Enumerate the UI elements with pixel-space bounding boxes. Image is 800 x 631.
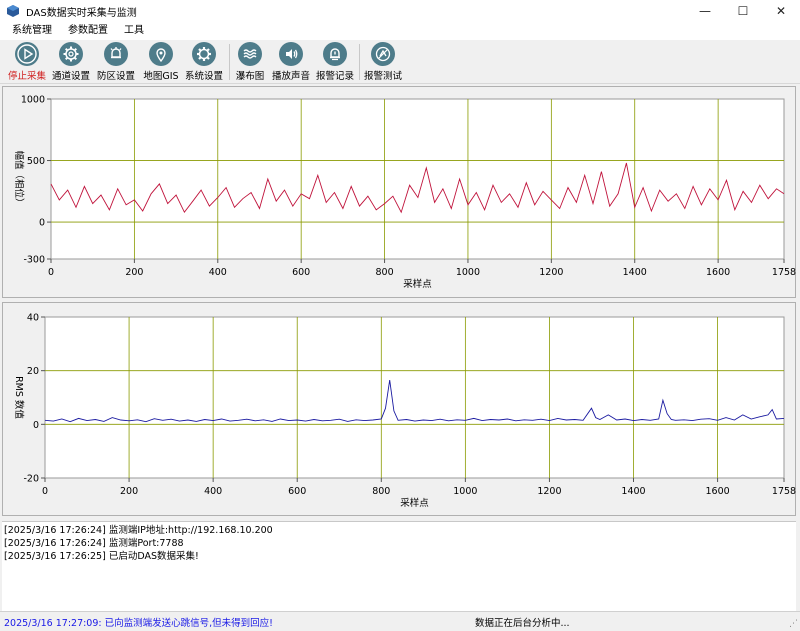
x-tick-label: 1400 [623, 267, 647, 278]
x-tick-label: 1200 [537, 486, 561, 497]
x-tick-label: 1400 [621, 486, 645, 497]
phase-chart-panel: 0 200 400 600 800 1000 1200 1400 1600 1758 -300 0 50… [2, 86, 796, 298]
y-axis-label: RMS 数值 [13, 376, 25, 419]
y-tick-label: 500 [27, 156, 45, 167]
y-tick-label: -20 [23, 474, 39, 485]
toolbar-label: 地图GIS [143, 71, 179, 82]
x-tick-label: 1000 [456, 267, 480, 278]
log-line: [2025/3/16 17:26:24] 监测端IP地址:http://192.… [4, 525, 273, 536]
close-button[interactable]: ✕ [762, 0, 800, 22]
toolbar-label: 报警测试 [363, 71, 402, 82]
alarm-record-icon [323, 42, 347, 66]
app-logo-icon [7, 5, 19, 17]
speaker-icon [279, 42, 303, 66]
alarm-bell-icon [104, 42, 128, 66]
settings-icon [192, 42, 216, 66]
x-tick-label: 200 [125, 267, 143, 278]
menu-system[interactable]: 系统管理 [4, 22, 60, 40]
y-tick-label: -300 [23, 255, 45, 266]
x-tick-label: 0 [48, 267, 54, 278]
map-gis-button[interactable]: 地图GIS [140, 42, 182, 82]
x-tick-label: 400 [204, 486, 222, 497]
plot-area [50, 98, 785, 260]
x-tick-label: 0 [42, 486, 48, 497]
plot-area [44, 316, 785, 479]
rms-chart-panel: 0 200 400 600 800 1000 1200 1400 1600 1758 -20 0 20 4… [2, 302, 796, 516]
toolbar-separator [229, 44, 230, 80]
alarm-test-button[interactable]: 报警测试 [362, 42, 404, 82]
toolbar: 停止采集 通道设置 防区设置 地图GIS 系统设置 瀑布图 播放声音 报警记录 … [0, 40, 800, 84]
x-tick-label: 200 [120, 486, 138, 497]
play-sound-button[interactable]: 播放声音 [271, 42, 311, 82]
system-settings-button[interactable]: 系统设置 [183, 42, 225, 82]
y-tick-label: 40 [27, 313, 39, 324]
toolbar-label: 播放声音 [271, 71, 310, 82]
waterfall-button[interactable]: 瀑布图 [232, 42, 268, 82]
x-tick-label: 600 [288, 486, 306, 497]
toolbar-label: 停止采集 [7, 71, 46, 82]
phase-amplitude-chart: 0 200 400 600 800 1000 1200 1400 1600 1758-300050… [13, 95, 796, 291]
x-axis-label: 采样点 [400, 497, 429, 509]
y-tick-label: 0 [39, 218, 45, 229]
menu-bar: 系统管理 参数配置 工具 [0, 22, 800, 40]
x-tick-label: 800 [375, 267, 393, 278]
heartbeat-status: 2025/3/16 17:27:09: 已向监测端发送心跳信号,但未得到回应! [4, 617, 273, 629]
x-axis-label: 采样点 [403, 278, 432, 290]
zone-settings-button[interactable]: 防区设置 [95, 42, 137, 82]
toolbar-label: 防区设置 [96, 71, 135, 82]
stop-acquisition-button[interactable]: 停止采集 [6, 42, 48, 82]
toolbar-label: 通道设置 [51, 71, 90, 82]
x-tick-label: 800 [372, 486, 390, 497]
rms-chart: 0 200 400 600 800 1000 1200 1400 1600 1758-200204… [13, 313, 796, 510]
gear-icon [59, 42, 83, 66]
menu-tools[interactable]: 工具 [116, 22, 152, 40]
y-tick-label: 0 [33, 420, 39, 431]
x-tick-label: 1200 [539, 267, 563, 278]
analysis-status: 数据正在后台分析中... [475, 617, 570, 629]
menu-params[interactable]: 参数配置 [60, 22, 116, 40]
window-title: DAS数据实时采集与监测 [26, 7, 137, 19]
play-icon [15, 42, 39, 66]
x-tick-label: 1758 [772, 486, 796, 497]
alarm-records-button[interactable]: 报警记录 [314, 42, 356, 82]
x-tick-label: 1000 [453, 486, 477, 497]
status-bar: 2025/3/16 17:27:09: 已向监测端发送心跳信号,但未得到回应! … [0, 611, 800, 631]
toolbar-label: 系统设置 [184, 71, 223, 82]
log-line: [2025/3/16 17:26:25] 已启动DAS数据采集! [4, 551, 199, 562]
toolbar-separator [359, 44, 360, 80]
x-tick-label: 1758 [772, 267, 796, 278]
toolbar-label: 报警记录 [315, 71, 354, 82]
minimize-button[interactable]: — [686, 0, 724, 22]
y-tick-label: 20 [27, 366, 39, 377]
x-tick-label: 1600 [705, 486, 729, 497]
waterfall-icon [238, 42, 262, 66]
title-bar: DAS数据实时采集与监测 — ☐ ✕ [0, 0, 800, 22]
x-tick-label: 400 [209, 267, 227, 278]
maximize-button[interactable]: ☐ [724, 0, 762, 22]
channel-settings-button[interactable]: 通道设置 [50, 42, 92, 82]
log-panel[interactable]: [2025/3/16 17:26:24] 监测端IP地址:http://192.… [2, 521, 796, 611]
alarm-test-icon [371, 42, 395, 66]
log-line: [2025/3/16 17:26:24] 监测端Port:7788 [4, 538, 184, 549]
y-tick-label: 1000 [21, 95, 45, 106]
map-pin-icon [149, 42, 173, 66]
x-tick-label: 600 [292, 267, 310, 278]
y-axis-label: 幅值（相位） [13, 150, 25, 207]
resize-grip-icon[interactable]: ⋰ [789, 619, 798, 629]
x-tick-label: 1600 [706, 267, 730, 278]
toolbar-label: 瀑布图 [235, 71, 265, 82]
